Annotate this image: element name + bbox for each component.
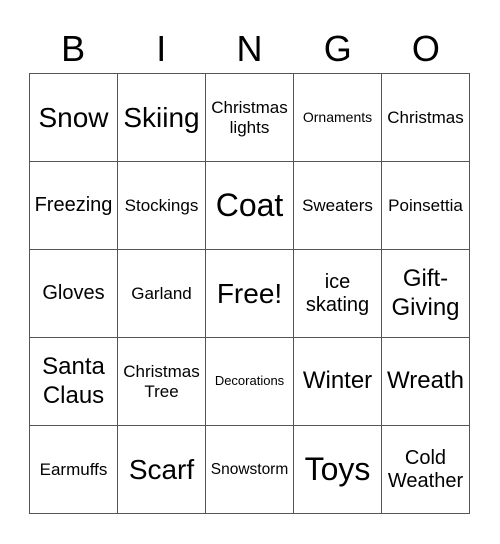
bingo-cell[interactable]: Earmuffs bbox=[30, 426, 118, 514]
bingo-cell[interactable]: Snow bbox=[30, 74, 118, 162]
bingo-cell[interactable]: Garland bbox=[118, 250, 206, 338]
bingo-cell[interactable]: Christmas bbox=[382, 74, 470, 162]
bingo-cell[interactable]: Scarf bbox=[118, 426, 206, 514]
bingo-cell[interactable]: ice skating bbox=[294, 250, 382, 338]
bingo-cell[interactable]: Christmas lights bbox=[206, 74, 294, 162]
bingo-cell[interactable]: Santa Claus bbox=[30, 338, 118, 426]
bingo-cell[interactable]: Gift- Giving bbox=[382, 250, 470, 338]
bingo-cell[interactable]: Stockings bbox=[118, 162, 206, 250]
bingo-cell[interactable]: Skiing bbox=[118, 74, 206, 162]
header-letter-i: I bbox=[156, 28, 167, 69]
bingo-cell[interactable]: Christmas Tree bbox=[118, 338, 206, 426]
bingo-card-grid: Snow Skiing Christmas lights Ornaments C… bbox=[29, 73, 470, 514]
bingo-cell[interactable]: Snowstorm bbox=[206, 426, 294, 514]
bingo-cell[interactable]: Coat bbox=[206, 162, 294, 250]
header-letter-o: O bbox=[411, 28, 440, 69]
header-letter-b: B bbox=[61, 28, 86, 69]
bingo-cell[interactable]: Poinsettia bbox=[382, 162, 470, 250]
bingo-cell[interactable]: Toys bbox=[294, 426, 382, 514]
header-letter-n: N bbox=[236, 28, 263, 69]
free-space-cell[interactable]: Free! bbox=[206, 250, 294, 338]
bingo-cell[interactable]: Cold Weather bbox=[382, 426, 470, 514]
bingo-cell[interactable]: Winter bbox=[294, 338, 382, 426]
bingo-cell[interactable]: Freezing bbox=[30, 162, 118, 250]
bingo-cell[interactable]: Decorations bbox=[206, 338, 294, 426]
bingo-cell[interactable]: Ornaments bbox=[294, 74, 382, 162]
bingo-cell[interactable]: Sweaters bbox=[294, 162, 382, 250]
header-letter-g: G bbox=[323, 28, 352, 69]
bingo-cell[interactable]: Wreath bbox=[382, 338, 470, 426]
bingo-cell[interactable]: Gloves bbox=[30, 250, 118, 338]
bingo-header: B I N G O bbox=[29, 26, 470, 72]
